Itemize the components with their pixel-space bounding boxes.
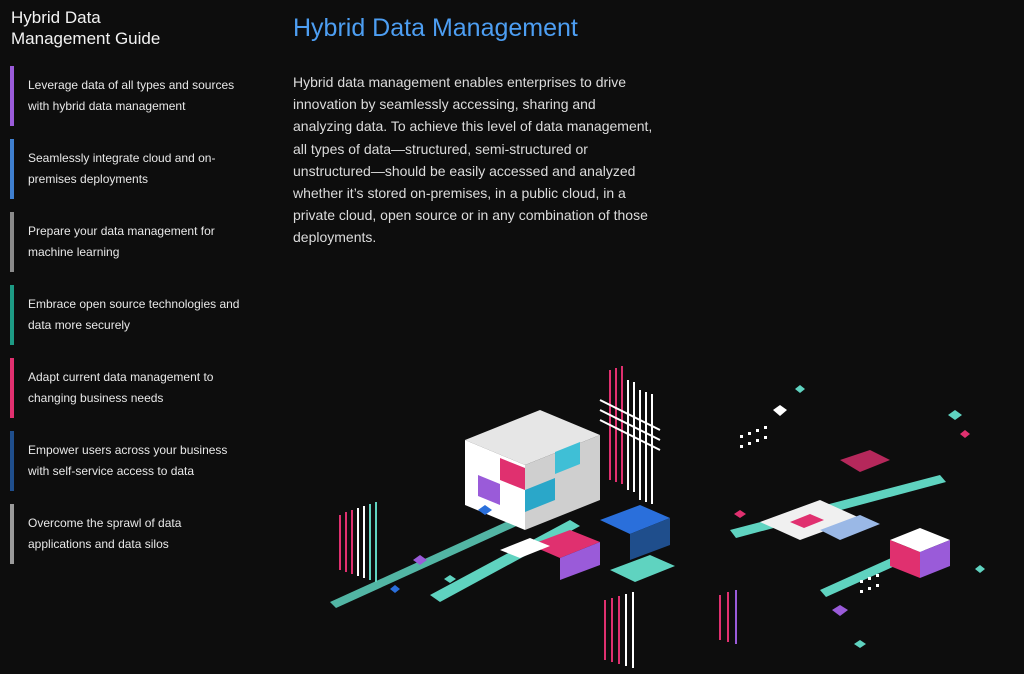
accent-bar <box>10 431 14 491</box>
page-title: Hybrid Data Management <box>293 14 578 42</box>
sidebar-item-label: Empower users across your business with … <box>28 443 228 478</box>
sidebar-item-adapt-needs[interactable]: Adapt current data management to changin… <box>10 358 250 418</box>
right-platform <box>760 500 880 540</box>
sidebar-item-label: Leverage data of all types and sources w… <box>28 78 235 113</box>
sidebar-item-open-source[interactable]: Embrace open source technologies and dat… <box>10 285 250 345</box>
accent-bar <box>10 212 14 272</box>
accent-bar <box>10 285 14 345</box>
scattered-diamonds <box>390 385 985 648</box>
teal-rail <box>430 520 580 602</box>
sidebar-item-leverage-data[interactable]: Leverage data of all types and sources w… <box>10 66 250 126</box>
sidebar-item-integrate-cloud[interactable]: Seamlessly integrate cloud and on-premis… <box>10 139 250 199</box>
sidebar-item-label: Adapt current data management to changin… <box>28 370 214 405</box>
accent-bar <box>10 139 14 199</box>
sidebar-item-label: Seamlessly integrate cloud and on-premis… <box>28 151 216 186</box>
left-stripes <box>339 502 377 582</box>
sidebar-item-data-silos[interactable]: Overcome the sprawl of data applications… <box>10 504 250 564</box>
intro-paragraph: Hybrid data management enables enterpris… <box>293 74 653 246</box>
tower-stripes <box>599 366 661 504</box>
sidebar-item-label: Embrace open source technologies and dat… <box>28 297 240 332</box>
sidebar-item-machine-learning[interactable]: Prepare your data management for machine… <box>10 212 250 272</box>
accent-bar <box>10 66 14 126</box>
accent-bar <box>10 504 14 564</box>
lower-stripes <box>604 590 737 668</box>
accent-bar <box>10 358 14 418</box>
sidebar-navigation: Hybrid Data Management Guide Leverage da… <box>0 0 262 674</box>
far-right-cubes <box>840 450 950 578</box>
sidebar-item-label: Prepare your data management for machine… <box>28 224 215 259</box>
guide-title: Hybrid Data Management Guide <box>11 8 161 48</box>
sidebar-item-label: Overcome the sprawl of data applications… <box>28 516 182 551</box>
isometric-data-cubes-illustration <box>330 366 985 668</box>
sidebar-item-self-service[interactable]: Empower users across your business with … <box>10 431 250 491</box>
